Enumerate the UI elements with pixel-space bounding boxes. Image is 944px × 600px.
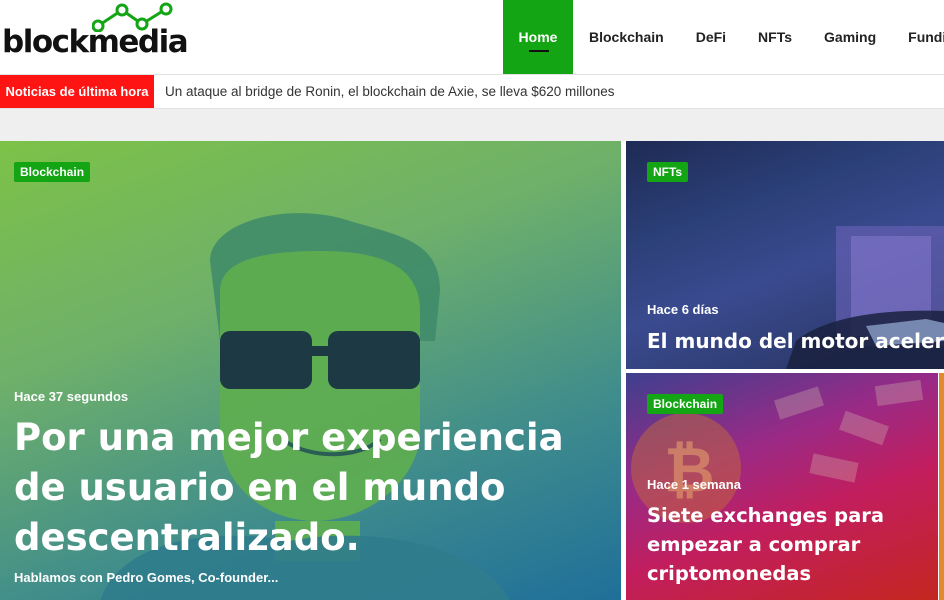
nav-defi[interactable]: DeFi — [680, 0, 742, 74]
nav-home[interactable]: Home — [503, 0, 573, 74]
article-excerpt: Hablamos con Pedro Gomes, Co-founder... — [14, 570, 279, 585]
logo-wordmark: blockmedia — [2, 24, 189, 60]
article-timestamp: Hace 1 semana — [647, 477, 741, 492]
article-card-blockchain[interactable]: ₿ Blockchain Hace 1 semana Siete exchang… — [626, 373, 938, 600]
breaking-news-link[interactable]: Un ataque al bridge de Ronin, el blockch… — [165, 75, 615, 108]
category-badge[interactable]: Blockchain — [647, 394, 724, 414]
nav-nfts[interactable]: NFTs — [742, 0, 808, 74]
next-card-edge — [939, 373, 944, 600]
site-header: blockmedia Home Blockchain DeFi NFTs Gam… — [0, 0, 944, 75]
main-nav: Home Blockchain DeFi NFTs Gaming Fundin — [503, 0, 944, 74]
nav-blockchain[interactable]: Blockchain — [573, 0, 680, 74]
article-title[interactable]: Por una mejor experiencia de usuario en … — [14, 413, 614, 563]
category-badge[interactable]: Blockchain — [14, 162, 91, 182]
breaking-news-bar: Noticias de última hora Un ataque al bri… — [0, 75, 944, 109]
article-card-nfts[interactable]: NFTs Hace 6 días El mundo del motor acel… — [626, 141, 944, 369]
article-timestamp: Hace 6 días — [647, 302, 719, 317]
section-spacer — [0, 109, 944, 141]
site-logo[interactable]: blockmedia — [0, 0, 200, 74]
nav-gaming[interactable]: Gaming — [808, 0, 892, 74]
featured-article-card[interactable]: Blockchain Hace 37 segundos Por una mejo… — [0, 141, 621, 600]
article-title[interactable]: Siete exchanges para empezar a comprar c… — [647, 501, 927, 588]
article-title[interactable]: El mundo del motor aceler — [647, 327, 944, 355]
breaking-news-label: Noticias de última hora — [0, 75, 154, 108]
category-badge[interactable]: NFTs — [647, 162, 689, 182]
svg-text:₿: ₿ — [664, 433, 715, 506]
nav-funding[interactable]: Fundin — [892, 0, 944, 74]
article-timestamp: Hace 37 segundos — [14, 389, 129, 404]
